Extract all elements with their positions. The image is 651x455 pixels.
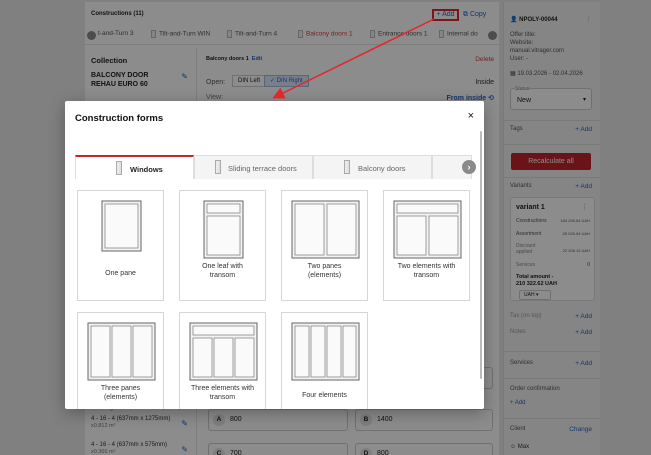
form-card-four-elements[interactable]: Four elements [281,312,368,409]
tab-label: Balcony doors [358,164,406,173]
tab-label: Windows [130,165,163,174]
tab-balcony-doors[interactable]: Balcony doors [313,155,432,179]
one-pane-icon [101,200,142,252]
tab-label: Sliding terrace doors [228,164,297,173]
form-card-two-panes[interactable]: Two panes (elements) [281,190,368,301]
tab-windows[interactable]: Windows [75,155,194,179]
chevron-right-icon[interactable]: › [462,160,476,174]
one-leaf-with-transom-icon [203,200,244,259]
close-icon[interactable]: × [468,111,474,122]
form-category-tabs: Windows Sliding terrace doors Balcony do… [75,155,476,179]
construction-forms-dialog: Construction forms × Windows Sliding ter… [65,101,484,409]
two-elements-with-transom-icon [393,200,462,259]
balcony-door-icon [344,160,350,174]
dialog-scrollbar[interactable] [480,131,482,379]
form-card-two-elements-transom[interactable]: Two elements with transom [383,190,470,301]
window-icon [116,161,122,175]
form-label: Three panes (elements) [100,385,141,401]
two-panes-icon [291,200,360,259]
form-label: One pane [105,270,136,277]
tab-sliding-terrace-doors[interactable]: Sliding terrace doors [194,155,313,179]
sliding-door-icon [215,160,221,174]
form-card-three-elements-transom[interactable]: Three elements with transom [179,312,266,409]
form-label: Three elements with transom [190,385,255,401]
form-card-three-panes[interactable]: Three panes (elements) [77,312,164,409]
form-label: One leaf with transom [202,263,243,279]
form-label: Four elements [302,392,347,399]
form-label: Two panes (elements) [307,263,342,279]
dialog-title: Construction forms [75,113,164,124]
form-card-one-pane[interactable]: One pane [77,190,164,301]
form-label: Two elements with transom [397,263,456,279]
form-card-one-leaf-transom[interactable]: One leaf with transom [179,190,266,301]
